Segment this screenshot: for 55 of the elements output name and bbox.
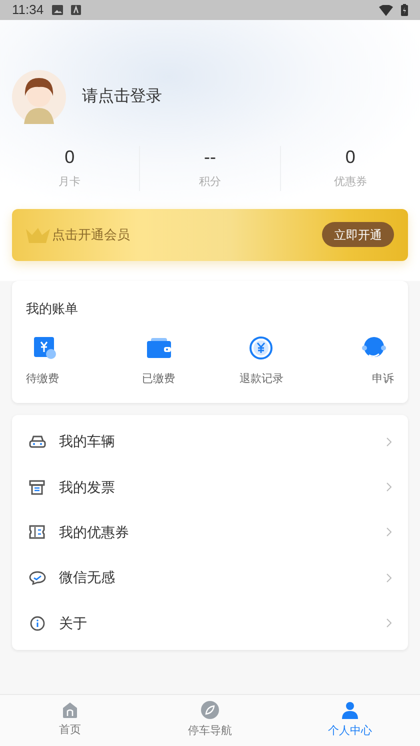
compass-icon bbox=[201, 701, 219, 720]
menu-label: 我的优惠券 bbox=[59, 522, 130, 542]
bill-label: 已缴费 bbox=[142, 372, 176, 386]
menu-item[interactable]: 我的发票 bbox=[12, 464, 408, 510]
avatar[interactable] bbox=[12, 70, 66, 124]
bill-item[interactable]: 退款记录 bbox=[231, 334, 292, 387]
wifi-icon bbox=[379, 4, 393, 16]
bill-item[interactable]: 已缴费 bbox=[128, 334, 189, 387]
chat-bubble-icon bbox=[28, 570, 46, 585]
menu-label: 我的车辆 bbox=[59, 432, 116, 452]
tab[interactable]: 停车导航 bbox=[140, 695, 280, 746]
info-icon bbox=[30, 616, 44, 631]
bill-item[interactable]: 申诉 bbox=[334, 334, 394, 387]
chevron-icon bbox=[386, 618, 392, 628]
menu-item[interactable]: 关于 bbox=[12, 600, 408, 646]
wallet-icon bbox=[146, 338, 171, 358]
stat-value: 0 bbox=[64, 146, 75, 168]
menu-item[interactable]: 微信无感 bbox=[12, 555, 408, 601]
menu-item[interactable]: 我的优惠券 bbox=[12, 510, 408, 556]
stat-value: 0 bbox=[345, 146, 356, 168]
tab[interactable]: 个人中心 bbox=[280, 695, 420, 746]
home-icon bbox=[62, 702, 78, 718]
bill-label: 申诉 bbox=[372, 372, 394, 386]
stat-label: 积分 bbox=[198, 175, 221, 190]
bill-item[interactable]: 待缴费 bbox=[26, 334, 86, 387]
car-icon bbox=[28, 434, 46, 449]
chevron-icon bbox=[386, 482, 392, 492]
chevron-icon bbox=[386, 527, 392, 538]
bill-label: 待缴费 bbox=[26, 372, 59, 386]
menu-label: 我的发票 bbox=[59, 478, 116, 497]
headset-icon bbox=[362, 336, 386, 360]
menu-label: 微信无感 bbox=[59, 568, 116, 588]
person-icon bbox=[341, 701, 359, 720]
section-title: 我的账单 bbox=[26, 300, 78, 316]
menu-item[interactable]: 我的车辆 bbox=[12, 419, 408, 464]
tab[interactable]: 首页 bbox=[0, 695, 140, 746]
a-icon bbox=[70, 5, 81, 15]
stat-label: 月卡 bbox=[58, 175, 81, 190]
stat-value: -- bbox=[204, 146, 216, 168]
stat-label: 优惠券 bbox=[334, 174, 367, 190]
menu-label: 关于 bbox=[59, 614, 88, 633]
chevron-icon bbox=[386, 436, 392, 447]
bill-label: 退款记录 bbox=[239, 372, 284, 386]
receipt-icon bbox=[29, 480, 45, 495]
bill-icon bbox=[34, 336, 56, 358]
battery-icon bbox=[401, 4, 408, 16]
image-icon bbox=[52, 5, 63, 15]
membership-banner[interactable]: 点击开通会员 立即开通 bbox=[12, 208, 408, 260]
membership-text: 点击开通会员 bbox=[52, 226, 130, 244]
chevron-icon bbox=[386, 572, 392, 583]
yen-coin-icon bbox=[249, 336, 274, 360]
ticket-icon bbox=[29, 525, 45, 540]
activate-button[interactable]: 立即开通 bbox=[322, 222, 394, 247]
login-prompt[interactable]: 请点击登录 bbox=[82, 85, 162, 109]
status-time: 11:34 bbox=[12, 1, 44, 20]
